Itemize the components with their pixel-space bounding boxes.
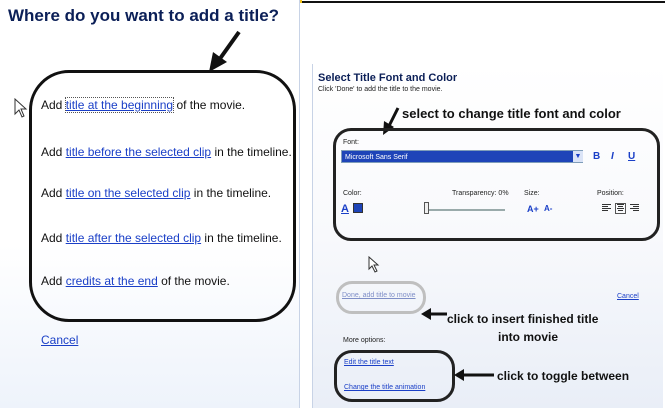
panel-heading: Select Title Font and Color — [318, 72, 458, 84]
mouse-pointer-icon — [14, 98, 28, 118]
top-bar-divider — [302, 1, 665, 3]
panel-instructions: Click 'Done' to add the title to the mov… — [318, 86, 443, 93]
option-prefix: Add — [41, 98, 66, 112]
font-color-icon[interactable]: A — [341, 203, 349, 215]
align-right-icon[interactable] — [630, 204, 639, 213]
annotation-arrow-icon — [454, 369, 494, 381]
add-title-before-clip-option: Add title before the selected clip in th… — [41, 145, 292, 159]
position-label: Position: — [597, 190, 624, 197]
cancel-link[interactable]: Cancel — [41, 333, 78, 347]
title-on-clip-link[interactable]: title on the selected clip — [66, 186, 191, 200]
size-label: Size: — [524, 190, 540, 197]
toggle-annotation: click to toggle between — [497, 369, 630, 383]
option-prefix: Add — [41, 231, 66, 245]
change-title-animation-link[interactable]: Change the title animation — [344, 384, 425, 391]
option-suffix: of the movie. — [157, 274, 230, 288]
option-prefix: Add — [41, 274, 66, 288]
increase-size-button[interactable]: A+ — [527, 204, 539, 214]
annotation-arrow-icon — [209, 30, 241, 72]
add-credits-end-option: Add credits at the end of the movie. — [41, 274, 230, 288]
transparency-slider-thumb[interactable] — [424, 202, 429, 214]
align-left-icon[interactable] — [602, 204, 611, 213]
bold-button[interactable]: B — [593, 151, 600, 162]
font-settings-outline — [333, 128, 660, 241]
font-label: Font: — [343, 139, 359, 146]
color-label: Color: — [343, 190, 362, 197]
option-suffix: of the movie. — [173, 98, 246, 112]
title-at-beginning-link[interactable]: title at the beginning — [64, 97, 175, 113]
chevron-down-icon[interactable]: ▼ — [573, 151, 583, 162]
italic-button[interactable]: I — [611, 151, 614, 162]
more-options-outline — [334, 350, 455, 402]
mouse-pointer-icon — [368, 256, 380, 273]
title-after-clip-link[interactable]: title after the selected clip — [66, 231, 201, 245]
credits-at-end-link[interactable]: credits at the end — [66, 274, 158, 288]
font-annotation: select to change title font and color — [402, 106, 621, 121]
add-title-beginning-option: Add title at the beginning of the movie. — [41, 97, 246, 113]
option-prefix: Add — [41, 186, 66, 200]
edit-title-text-link[interactable]: Edit the title text — [344, 359, 394, 366]
transparency-slider[interactable] — [425, 209, 505, 211]
decrease-size-button[interactable]: A- — [544, 204, 552, 213]
option-suffix: in the timeline. — [190, 186, 272, 200]
cancel-link[interactable]: Cancel — [617, 293, 639, 300]
option-suffix: in the timeline. — [201, 231, 282, 245]
add-title-on-clip-option: Add title on the selected clip in the ti… — [41, 186, 271, 200]
panel-heading: Where do you want to add a title? — [8, 6, 280, 25]
underline-button[interactable]: U — [628, 151, 635, 162]
option-suffix: in the timeline. — [211, 145, 292, 159]
done-add-title-link[interactable]: Done, add title to movie — [342, 292, 416, 299]
option-prefix: Add — [41, 145, 66, 159]
font-select[interactable]: Microsoft Sans Serif — [341, 150, 583, 163]
transparency-label: Transparency: 0% — [452, 190, 509, 197]
align-center-icon[interactable] — [615, 203, 626, 214]
add-title-after-clip-option: Add title after the selected clip in the… — [41, 231, 282, 245]
insert-annotation-continued: into movie — [498, 330, 559, 344]
more-options-label: More options: — [343, 337, 386, 344]
color-swatch-button[interactable] — [353, 203, 363, 213]
title-before-clip-link[interactable]: title before the selected clip — [66, 145, 211, 159]
annotation-arrow-icon — [421, 308, 447, 320]
insert-annotation: click to insert finished title — [447, 312, 599, 326]
